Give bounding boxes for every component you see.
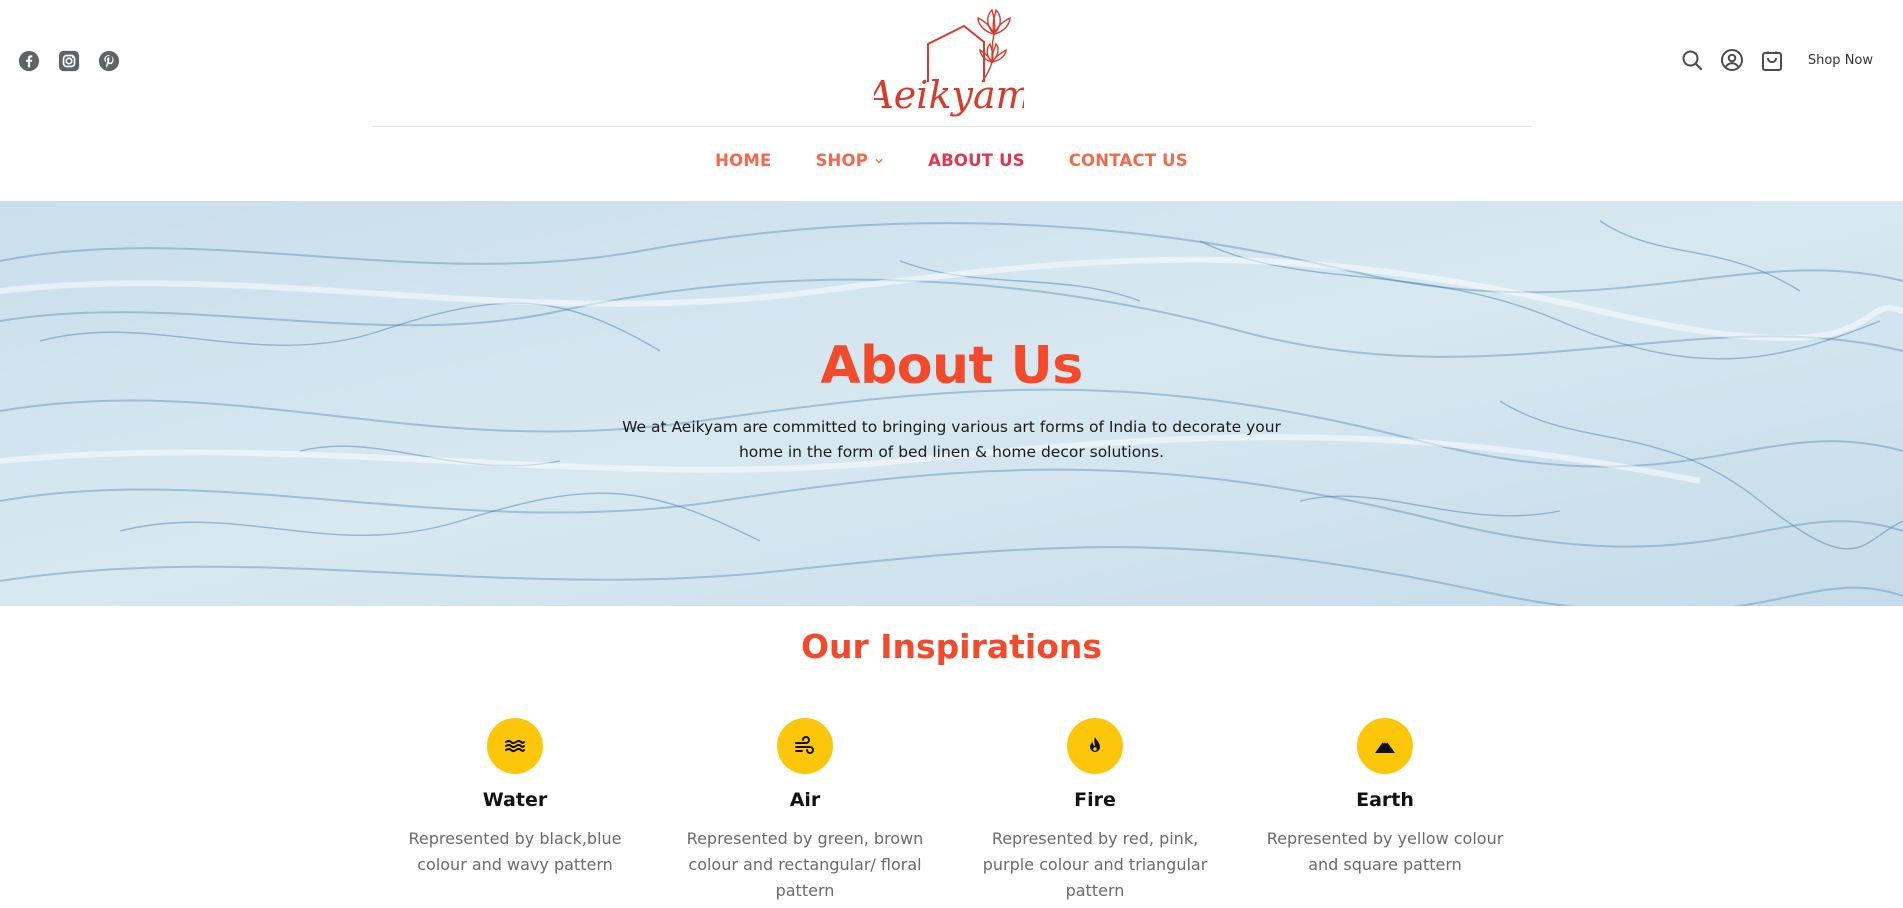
inspirations-title: Our Inspirations bbox=[800, 627, 1103, 666]
nav-item-about-us[interactable]: ABOUT US bbox=[928, 151, 1025, 170]
nav-item-shop[interactable]: SHOP bbox=[815, 151, 884, 170]
hero-title: About Us bbox=[820, 336, 1083, 396]
air-badge bbox=[777, 718, 833, 774]
account-icon[interactable] bbox=[1720, 48, 1744, 72]
inspiration-description: Represented by yellow colour and square … bbox=[1266, 829, 1504, 874]
marble-background bbox=[0, 201, 1903, 606]
nav-item-shop-label: SHOP bbox=[815, 151, 869, 170]
water-badge bbox=[487, 718, 543, 774]
flame-icon bbox=[1090, 737, 1100, 752]
search-icon[interactable] bbox=[1680, 48, 1704, 72]
inspirations-list: Water Represented by black,blue colour a… bbox=[385, 718, 1545, 908]
aeikyam-logo[interactable]: Aeikyam bbox=[863, 4, 1032, 126]
inspiration-description: Represented by red, pink, purple colour … bbox=[982, 829, 1208, 900]
water-waves-icon bbox=[505, 739, 525, 753]
main-nav: HOME SHOP ABOUT US CONTACT US bbox=[0, 151, 1903, 170]
hero-banner: About Us We at Aeikyam are committed to … bbox=[0, 201, 1903, 606]
wind-icon bbox=[795, 736, 814, 754]
header-actions: Shop Now bbox=[1680, 48, 1873, 72]
inspiration-title: Earth bbox=[1356, 789, 1414, 811]
inspiration-card-air: Air Represented by green, brown colour a… bbox=[675, 718, 935, 904]
site-header: Aeikyam Shop Now HOME SHOP ABOUT US CONT… bbox=[0, 0, 1903, 201]
inspiration-card-water: Water Represented by black,blue colour a… bbox=[385, 718, 645, 878]
nav-item-contact-us[interactable]: CONTACT US bbox=[1069, 151, 1188, 170]
inspiration-card-fire: Fire Represented by red, pink, purple co… bbox=[965, 718, 1225, 904]
inspiration-description: Represented by green, brown colour and r… bbox=[686, 829, 924, 900]
inspiration-title: Water bbox=[482, 789, 548, 811]
chevron-down-icon bbox=[875, 158, 883, 163]
inspiration-description: Represented by black,blue colour and wav… bbox=[408, 829, 622, 874]
inspiration-title: Air bbox=[789, 789, 821, 811]
mountain-icon bbox=[1375, 739, 1395, 753]
social-links bbox=[18, 50, 120, 72]
fire-badge bbox=[1067, 718, 1123, 774]
inspiration-title: Fire bbox=[1074, 789, 1116, 811]
cart-icon[interactable] bbox=[1760, 48, 1784, 72]
pinterest-icon[interactable] bbox=[98, 50, 120, 72]
inspiration-card-earth: Earth Represented by yellow colour and s… bbox=[1255, 718, 1515, 878]
header-divider bbox=[372, 126, 1532, 127]
earth-badge bbox=[1357, 718, 1413, 774]
logo-text: Aeikyam bbox=[874, 73, 1024, 117]
nav-item-home[interactable]: HOME bbox=[715, 151, 771, 170]
instagram-icon[interactable] bbox=[58, 50, 80, 72]
hero-description: We at Aeikyam are committed to bringing … bbox=[622, 418, 1281, 461]
facebook-icon[interactable] bbox=[18, 50, 40, 72]
shop-now-link[interactable]: Shop Now bbox=[1808, 53, 1873, 68]
